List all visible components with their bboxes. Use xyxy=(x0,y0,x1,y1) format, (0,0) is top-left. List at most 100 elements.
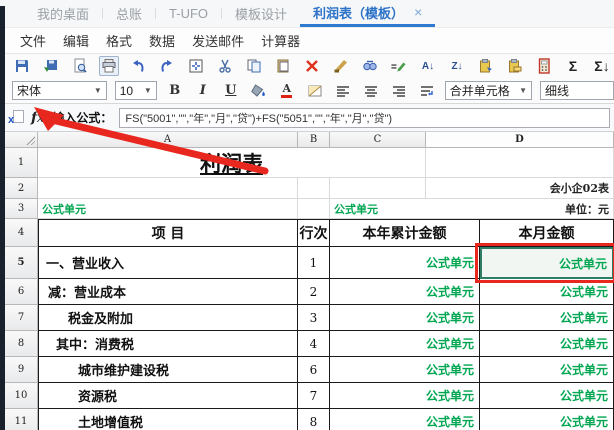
row-header-4[interactable]: 4 xyxy=(5,219,38,247)
paste-special-icon[interactable] xyxy=(476,56,496,76)
item-cell[interactable]: 税金及附加 xyxy=(38,305,298,331)
formula-unit-cell-a3[interactable]: 公式单元 xyxy=(38,199,298,219)
ytd-formula-cell[interactable]: 公式单元 xyxy=(330,247,480,279)
cell-a2[interactable] xyxy=(38,178,298,199)
row-header-6[interactable]: 6 xyxy=(5,279,38,305)
tab-template-design[interactable]: 模板设计 xyxy=(222,0,300,27)
column-header-c[interactable]: C xyxy=(330,132,426,148)
selected-month-formula-cell[interactable]: 公式单元 xyxy=(480,247,614,279)
line-no-cell[interactable]: 3 xyxy=(298,305,330,331)
cell-c2[interactable] xyxy=(330,178,426,199)
tab-t-ufo[interactable]: T-UFO xyxy=(156,0,221,27)
save-icon[interactable] xyxy=(12,56,32,76)
line-style-select[interactable]: 细线 xyxy=(540,81,614,100)
column-header-d[interactable]: D xyxy=(426,132,614,148)
print-preview-icon[interactable] xyxy=(70,56,90,76)
delete-icon[interactable] xyxy=(302,56,322,76)
month-formula-cell[interactable]: 公式单元 xyxy=(480,357,614,383)
menu-file[interactable]: 文件 xyxy=(20,31,46,50)
item-cell[interactable]: 城市维护建设税 xyxy=(38,357,298,383)
menu-send-mail[interactable]: 发送邮件 xyxy=(192,31,244,50)
paste-special2-icon[interactable] xyxy=(505,56,525,76)
find-icon[interactable] xyxy=(360,56,380,76)
header-item[interactable]: 项 目 xyxy=(38,219,298,247)
cancel-formula-icon[interactable]: x xyxy=(8,110,24,126)
cut-icon[interactable] xyxy=(215,56,235,76)
copy-icon[interactable] xyxy=(244,56,264,76)
format-painter-icon[interactable] xyxy=(331,56,351,76)
sum-list-icon[interactable]: Σ↓ xyxy=(592,56,612,76)
item-cell[interactable]: 其中：消费税 xyxy=(38,331,298,357)
print-icon[interactable] xyxy=(99,56,119,76)
cell-d1[interactable] xyxy=(426,148,614,178)
bold-button[interactable]: B xyxy=(165,81,185,101)
tab-general-ledger[interactable]: 总账 xyxy=(103,0,155,27)
align-right-icon[interactable] xyxy=(389,81,409,101)
sum-icon[interactable]: Σ xyxy=(563,56,583,76)
line-no-cell[interactable]: 2 xyxy=(298,279,330,305)
tab-my-desktop[interactable]: 我的桌面 xyxy=(24,0,102,27)
save-as-icon[interactable] xyxy=(41,56,61,76)
calculator-icon[interactable] xyxy=(534,56,554,76)
item-cell[interactable]: 一、营业收入 xyxy=(38,247,298,279)
sort-desc-icon[interactable]: Z↓ xyxy=(447,56,467,76)
line-no-cell[interactable]: 6 xyxy=(298,357,330,383)
month-formula-cell[interactable]: 公式单元 xyxy=(480,409,614,430)
ytd-formula-cell[interactable]: 公式单元 xyxy=(330,331,480,357)
font-color-button[interactable]: A xyxy=(277,81,297,101)
sort-asc-icon[interactable]: A↓ xyxy=(418,56,438,76)
ytd-formula-cell[interactable]: 公式单元 xyxy=(330,383,480,409)
row-header-2[interactable]: 2 xyxy=(5,178,38,199)
paste-icon[interactable] xyxy=(273,56,293,76)
row-header-3[interactable]: 3 xyxy=(5,199,38,219)
row-header-11[interactable]: 11 xyxy=(5,409,38,430)
merge-cells-select[interactable]: 合并单元格 ▼ xyxy=(445,81,532,100)
column-header-a[interactable]: A xyxy=(38,132,298,148)
formula-unit-cell-c3[interactable]: 公式单元 xyxy=(330,199,426,219)
header-line-no[interactable]: 行次 xyxy=(298,219,330,247)
fit-icon[interactable] xyxy=(186,56,206,76)
column-header-b[interactable]: B xyxy=(298,132,330,148)
ytd-formula-cell[interactable]: 公式单元 xyxy=(330,305,480,331)
row-header-5[interactable]: 5 xyxy=(5,247,38,279)
month-formula-cell[interactable]: 公式单元 xyxy=(480,305,614,331)
formula-edit-icon[interactable]: = xyxy=(389,56,409,76)
month-formula-cell[interactable]: 公式单元 xyxy=(480,331,614,357)
row-header-1[interactable]: 1 xyxy=(5,148,38,178)
row-header-8[interactable]: 8 xyxy=(5,331,38,357)
month-formula-cell[interactable]: 公式单元 xyxy=(480,383,614,409)
fx-icon[interactable]: fx xyxy=(31,110,45,126)
ytd-formula-cell[interactable]: 公式单元 xyxy=(330,279,480,305)
row-header-9[interactable]: 9 xyxy=(5,357,38,383)
redo-icon[interactable] xyxy=(157,56,177,76)
underline-button[interactable]: U xyxy=(221,81,241,101)
italic-button[interactable]: I xyxy=(193,81,213,101)
row-header-10[interactable]: 10 xyxy=(5,383,38,409)
item-cell[interactable]: 减：营业成本 xyxy=(38,279,298,305)
formula-input[interactable] xyxy=(119,108,610,128)
select-all-corner[interactable] xyxy=(5,132,38,148)
font-size-select[interactable]: 10 ▼ xyxy=(115,81,157,100)
line-no-cell[interactable]: 4 xyxy=(298,331,330,357)
wrap-text-icon[interactable] xyxy=(417,81,437,101)
item-cell[interactable]: 土地增值税 xyxy=(38,409,298,430)
menu-edit[interactable]: 编辑 xyxy=(63,31,89,50)
fill-color-icon[interactable] xyxy=(249,81,269,101)
tab-close-icon[interactable]: × xyxy=(414,4,422,20)
menu-calculator[interactable]: 计算器 xyxy=(261,31,300,50)
align-center-icon[interactable] xyxy=(361,81,381,101)
row-header-7[interactable]: 7 xyxy=(5,305,38,331)
line-no-cell[interactable]: 7 xyxy=(298,383,330,409)
header-month-amount[interactable]: 本月金额 xyxy=(480,219,614,247)
month-formula-cell[interactable]: 公式单元 xyxy=(480,279,614,305)
ytd-formula-cell[interactable]: 公式单元 xyxy=(330,357,480,383)
cell-b3[interactable] xyxy=(298,199,330,219)
font-name-select[interactable]: 宋体 ▼ xyxy=(12,81,107,100)
item-cell[interactable]: 资源税 xyxy=(38,383,298,409)
diagonal-border-icon[interactable] xyxy=(305,81,325,101)
line-no-cell[interactable]: 1 xyxy=(298,247,330,279)
sheet-title-cell[interactable]: 利润表 xyxy=(38,148,426,178)
header-ytd-amount[interactable]: 本年累计金额 xyxy=(330,219,480,247)
report-code-cell[interactable]: 会小企02表 xyxy=(426,178,614,199)
cell-b2[interactable] xyxy=(298,178,330,199)
